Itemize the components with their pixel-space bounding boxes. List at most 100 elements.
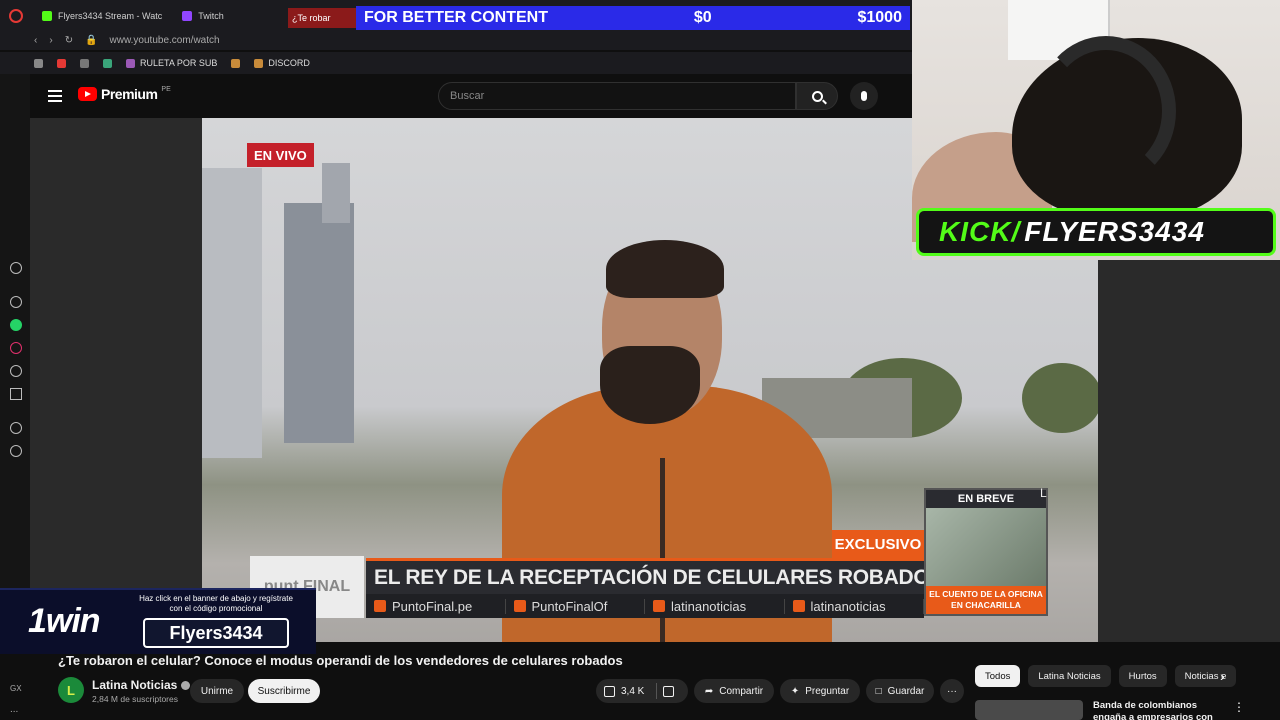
save-button[interactable]: □ Guardar (866, 679, 934, 703)
bookmark-home[interactable] (34, 58, 43, 68)
bookmark-icon (254, 58, 264, 68)
tiktok-icon (792, 600, 805, 612)
opera-icon[interactable] (0, 0, 32, 32)
bookmark-extension[interactable] (231, 58, 241, 68)
like-button[interactable]: 3,4 K (596, 679, 688, 703)
url-text[interactable]: www.youtube.com/watch (110, 35, 220, 46)
building (202, 168, 262, 458)
social-strip: PuntoFinal.pe PuntoFinalOf latinanoticia… (366, 594, 924, 618)
bookmark-heart[interactable] (57, 58, 66, 68)
recommended-thumbnail[interactable] (975, 700, 1083, 720)
tree (1022, 363, 1098, 433)
sidebar-more-icon[interactable]: ... (10, 704, 18, 715)
subscribe-button[interactable]: Suscribirme (248, 679, 320, 703)
youtube-logo[interactable]: Premium PE (78, 86, 171, 102)
en-breve-panel: EN BREVE EL CUENTO DE LA OFICINA EN CHAC… (924, 488, 1048, 616)
bookmark-icon: □ (875, 685, 882, 697)
exclusive-badge: EXCLUSIVO (832, 530, 924, 558)
social-x: PuntoFinalOf (506, 598, 645, 614)
instagram-icon[interactable] (10, 342, 22, 354)
facebook-icon (374, 600, 386, 612)
share-button[interactable]: ➦ Compartir (694, 679, 774, 703)
browser-sidebar (0, 74, 30, 634)
social-facebook: PuntoFinal.pe (366, 598, 506, 614)
address-bar[interactable]: ‹ › ↻ 🔒 www.youtube.com/watch (0, 30, 912, 50)
tab-youtube[interactable]: ¿Te robar (288, 8, 356, 28)
youtube-play-icon (78, 87, 97, 101)
search-button[interactable] (796, 82, 838, 110)
building (284, 203, 354, 443)
recommended-video[interactable]: Banda de colombianos engaña a empresario… (975, 700, 1265, 720)
1win-logo: 1win (28, 602, 101, 640)
join-button[interactable]: Unirme (190, 679, 244, 703)
chip-noticias[interactable]: Noticias e (1174, 665, 1237, 687)
tiktok-icon[interactable] (10, 365, 22, 377)
bookmark-ruleta[interactable]: RULETA POR SUB (126, 58, 217, 68)
settings-icon[interactable] (10, 445, 22, 457)
clock-icon[interactable] (10, 422, 22, 434)
tab-kick[interactable]: Flyers3434 Stream - Watc (32, 4, 172, 28)
sponsor-hint: Haz click en el banner de abajo y regíst… (139, 594, 293, 613)
voice-search-button[interactable] (850, 82, 878, 110)
menu-icon[interactable] (48, 90, 62, 102)
kick-icon (42, 11, 52, 21)
promo-code: Flyers3434 (143, 618, 289, 648)
chip-hurtos[interactable]: Hurtos (1118, 665, 1167, 687)
more-actions-button[interactable]: ··· (940, 679, 964, 703)
headset (1036, 36, 1176, 186)
x-icon[interactable] (10, 388, 22, 400)
chip-latina-noticias[interactable]: Latina Noticias (1028, 665, 1111, 687)
history-icon[interactable] (10, 262, 22, 274)
recommended-title[interactable]: Banda de colombianos engaña a empresario… (1093, 700, 1223, 720)
social-youtube: latinanoticias (645, 598, 785, 614)
bookmarks-bar: RULETA POR SUB DISCORD (0, 52, 912, 74)
divider (656, 683, 658, 699)
person-beard (600, 346, 700, 424)
chip-todos[interactable]: Todos (975, 665, 1021, 687)
ask-button[interactable]: ✦ Preguntar (780, 679, 860, 703)
app-icon (103, 58, 112, 68)
gx-label: GX (10, 684, 22, 693)
kick-channel-banner: KICK/ FLYERS3434 (916, 208, 1276, 256)
donation-current: $0 (693, 9, 712, 26)
chevron-right-icon[interactable]: › (1220, 668, 1225, 684)
search-icon (811, 90, 823, 102)
channel-name[interactable]: Latina Noticias (92, 678, 191, 692)
channel-avatar[interactable]: L (58, 677, 84, 703)
video-title: ¿Te robaron el celular? Conoce el modus … (58, 653, 623, 668)
back-icon[interactable]: ‹ (34, 35, 37, 46)
en-breve-title: EN BREVE (957, 493, 1015, 505)
donation-label: FOR BETTER CONTENT (364, 9, 548, 26)
verified-icon (181, 681, 191, 691)
donation-goal: FOR BETTER CONTENT $0 $1000 (356, 6, 910, 30)
tab-twitch[interactable]: Twitch (172, 4, 234, 28)
subscriber-count: 2,84 M de suscriptores (92, 694, 178, 704)
live-badge: EN VIVO (247, 143, 314, 167)
lock-icon: 🔒 (85, 34, 98, 46)
search-input[interactable]: Buscar (438, 82, 796, 110)
building (322, 163, 350, 223)
bookmark-chatgpt[interactable] (80, 58, 89, 68)
kick-username: FLYERS3434 (1024, 216, 1205, 247)
en-breve-caption: EL CUENTO DE LA OFICINA EN CHACARILLA (926, 586, 1046, 614)
kick-prefix: KICK/ (939, 216, 1021, 247)
bookmark-app[interactable] (103, 58, 112, 68)
youtube-icon (653, 600, 665, 612)
sparkle-icon: ✦ (790, 685, 800, 697)
extension-icon (231, 58, 241, 68)
social-tiktok: latinanoticias (785, 598, 924, 614)
donation-goal-bar: ¿Te robar FOR BETTER CONTENT $0 $1000 (288, 6, 910, 30)
more-vert-icon[interactable]: ⋮ (1233, 700, 1245, 720)
whatsapp-icon[interactable] (10, 319, 22, 331)
chatgpt-icon (80, 58, 89, 68)
microphone-icon (861, 91, 867, 101)
reload-icon[interactable]: ↻ (65, 35, 73, 46)
sponsor-banner[interactable]: 1win Haz click en el banner de abajo y r… (0, 588, 316, 654)
bookmark-discord[interactable]: DISCORD (254, 58, 310, 68)
chatgpt-sidebar-icon[interactable] (10, 296, 22, 308)
forward-icon[interactable]: › (49, 35, 52, 46)
twitch-icon (182, 11, 193, 21)
channel-watermark: L (1040, 486, 1047, 500)
thumbs-down-icon[interactable] (663, 685, 675, 697)
player-letterbox-left (30, 118, 202, 642)
